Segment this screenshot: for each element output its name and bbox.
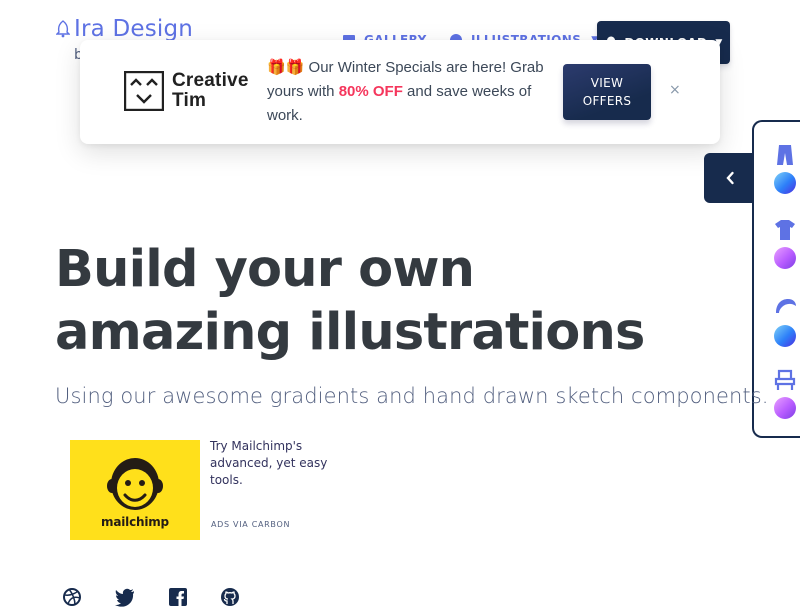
chevron-left-icon bbox=[726, 171, 734, 185]
gradient-swatch-purple[interactable] bbox=[774, 397, 796, 419]
facebook-link[interactable] bbox=[168, 587, 188, 607]
gradient-swatch-blue[interactable] bbox=[774, 325, 796, 347]
creative-tim-line1: Creative bbox=[172, 70, 249, 91]
brand-logo[interactable]: Ira Design bbox=[56, 16, 193, 42]
creative-tim-mark-icon bbox=[124, 71, 164, 111]
dribbble-icon bbox=[63, 588, 81, 606]
ad-brand-name: mailchimp bbox=[101, 515, 169, 529]
twitter-icon bbox=[115, 588, 134, 607]
view-offers-button[interactable]: VIEW OFFERS bbox=[563, 64, 651, 120]
hero-title: Build your own amazing illustrations bbox=[55, 240, 645, 362]
sidebar-item-pants[interactable] bbox=[774, 144, 798, 194]
view-offers-line2: OFFERS bbox=[582, 94, 632, 108]
gift-icons: 🎁🎁 bbox=[267, 59, 305, 76]
github-icon bbox=[221, 588, 239, 606]
promo-offer: 80% OFF bbox=[338, 83, 403, 100]
sidebar-item-chair[interactable] bbox=[774, 369, 798, 419]
sidebar-item-hair[interactable] bbox=[774, 297, 798, 347]
pants-icon bbox=[777, 145, 793, 165]
gradient-swatch-blue[interactable] bbox=[774, 172, 796, 194]
creative-tim-logo[interactable]: Creative Tim bbox=[124, 71, 249, 111]
facebook-icon bbox=[169, 588, 187, 606]
hero-subtitle: Using our awesome gradients and hand dra… bbox=[55, 384, 769, 408]
brand-name: Ira Design bbox=[74, 16, 194, 42]
gradient-swatch-purple[interactable] bbox=[774, 247, 796, 269]
promo-message: 🎁🎁 Our Winter Specials are here! Grab yo… bbox=[267, 56, 547, 128]
creative-tim-line2: Tim bbox=[172, 90, 207, 111]
sidebar-item-tshirt[interactable] bbox=[774, 219, 798, 269]
promo-banner: Creative Tim 🎁🎁 Our Winter Specials are … bbox=[80, 40, 720, 144]
sidebar-toggle-button[interactable] bbox=[704, 153, 756, 203]
github-link[interactable] bbox=[220, 587, 240, 607]
view-offers-line1: VIEW bbox=[590, 76, 624, 90]
ads-via-carbon-link[interactable]: ADS VIA CARBON bbox=[211, 520, 290, 529]
chair-icon bbox=[774, 369, 796, 390]
mailchimp-freddie-icon bbox=[107, 458, 163, 510]
hair-icon bbox=[776, 299, 796, 313]
ad-image[interactable]: mailchimp bbox=[70, 440, 200, 540]
twitter-link[interactable] bbox=[115, 587, 135, 607]
dribbble-link[interactable] bbox=[62, 587, 82, 607]
bell-icon bbox=[56, 20, 70, 38]
close-icon[interactable]: × bbox=[669, 82, 681, 98]
tshirt-icon bbox=[775, 220, 795, 240]
ad-text[interactable]: Try Mailchimp's advanced, yet easy tools… bbox=[210, 438, 335, 489]
